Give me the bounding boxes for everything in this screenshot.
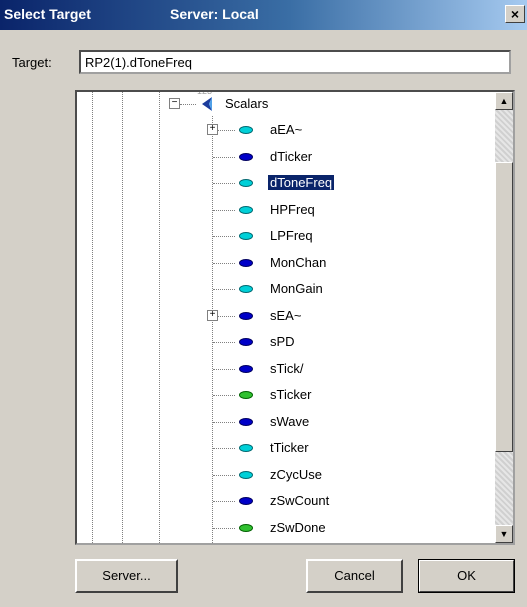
cancel-button[interactable]: Cancel [306,559,403,593]
tree-item[interactable]: dToneFreq [77,171,513,197]
tree-item[interactable]: sPD [77,330,513,356]
blue-variable-icon [239,152,253,161]
tree-item[interactable]: dTicker [77,145,513,171]
tree-item[interactable]: MonGain [77,277,513,303]
cyan-variable-icon [239,285,253,293]
tree-item[interactable]: HPFreq [77,198,513,224]
tree-root-scalars[interactable]: − 123 Scalars [77,92,513,118]
tree-root-label: Scalars [225,96,269,111]
tree-item[interactable]: tTicker [77,436,513,462]
tree-item-label: aEA~ [270,122,303,137]
collapse-icon[interactable]: − [169,98,180,109]
blue-variable-icon [239,258,253,267]
cyan-variable-icon [239,205,253,214]
expand-icon[interactable]: + [207,309,218,321]
tree-item[interactable]: + sEA~ [77,304,513,330]
tree-item-label: MonGain [270,281,323,296]
vertical-scrollbar[interactable]: ▲ ▼ [495,92,513,543]
scroll-thumb[interactable] [495,162,513,452]
tree-item[interactable]: zSwCount [77,489,513,515]
close-icon: × [510,6,520,22]
tree-item[interactable]: sTicker [77,383,513,409]
tree-item-label: sPD [270,334,295,349]
green-variable-icon [239,523,253,532]
tree-item[interactable]: MonChan [77,251,513,277]
tree-item[interactable]: sWave [77,410,513,436]
tree-item-label: zSwDone [270,519,326,535]
expand-icon[interactable]: + [207,124,218,135]
tree-item-label: tTicker [270,440,309,455]
tree-item-label: sTick/ [270,360,304,376]
server-button[interactable]: Server... [75,559,178,593]
tree-item-label: sEA~ [270,307,302,323]
tree-item-label: LPFreq [270,228,313,243]
close-button[interactable]: × [505,5,525,23]
tree-item[interactable]: LPFreq [77,224,513,250]
ok-button[interactable]: OK [418,559,515,593]
tree-item-label: HPFreq [270,201,315,217]
tree-item[interactable]: sTick/ [77,357,513,383]
blue-variable-icon [239,417,253,426]
blue-variable-icon [239,364,253,373]
cyan-variable-icon [239,470,253,479]
tree-item[interactable]: zSwDone [77,516,513,542]
server-caption: Server: Local [170,6,259,22]
tree-item-label: dTicker [270,148,313,164]
cyan-variable-icon [239,444,253,452]
tree-item-label: zSwCount [270,493,330,508]
target-input[interactable] [79,50,511,74]
target-label: Target: [12,55,52,70]
blue-variable-icon [239,311,253,320]
select-target-dialog: Select Target Server: Local × Target: − … [0,0,527,607]
tree-item[interactable]: + aEA~ [77,118,513,144]
blue-variable-icon [239,338,253,346]
green-variable-icon [239,391,253,399]
window-title: Select Target [4,6,91,22]
tree-item-label: MonChan [270,254,327,270]
title-bar: Select Target Server: Local × [0,0,527,30]
scroll-up-button[interactable]: ▲ [495,92,513,110]
cyan-variable-icon [239,126,253,134]
target-tree: − 123 Scalars + aEA~ dTicker dToneFreq HPFre… [75,90,515,545]
scalars-folder-icon [202,97,212,111]
tree-item[interactable]: zCycUse [77,463,513,489]
tree-item-label: dToneFreq [266,174,336,191]
scroll-down-button[interactable]: ▼ [495,525,513,543]
cyan-variable-icon [239,179,253,187]
blue-variable-icon [239,497,253,505]
cyan-variable-icon [239,232,253,240]
tree-item-label: zCycUse [270,466,323,482]
tree-item-label: sTicker [270,387,312,402]
tree-item-label: sWave [270,413,310,429]
